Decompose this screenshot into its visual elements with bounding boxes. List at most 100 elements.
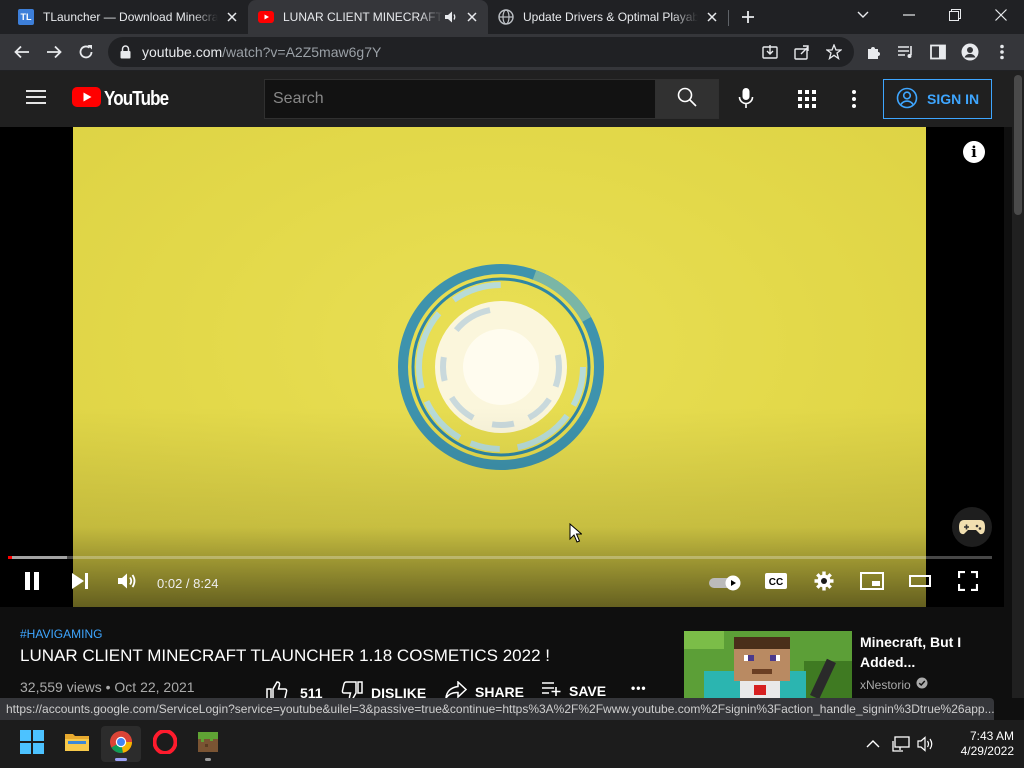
volume-icon (117, 572, 137, 595)
fullscreen-button[interactable] (950, 568, 986, 598)
bookmark-star-icon[interactable] (825, 43, 843, 65)
share-page-icon[interactable] (794, 44, 810, 65)
tab-update-drivers[interactable]: Update Drivers & Optimal Playability (488, 0, 728, 34)
volume-tray-icon[interactable] (915, 733, 937, 755)
voice-search-button[interactable] (738, 87, 754, 114)
opera-taskbar-button[interactable] (145, 726, 185, 762)
apps-grid-icon[interactable] (798, 90, 816, 113)
network-icon[interactable] (890, 733, 912, 755)
chrome-menu-icon[interactable] (990, 40, 1014, 64)
address-bar[interactable]: youtube.com/watch?v=A2Z5maw6g7Y (108, 37, 854, 67)
save-label: SAVE (569, 682, 607, 699)
minecraft-taskbar-button[interactable] (188, 726, 228, 762)
settings-button[interactable] (806, 568, 842, 598)
taskbar-clock[interactable]: 7:43 AM 4/29/2022 (944, 729, 1014, 759)
video-views-date: 32,559 views • Oct 22, 2021 (20, 679, 195, 695)
search-input[interactable] (265, 80, 655, 118)
video-hashtag[interactable]: #HAVIGAMING (20, 627, 102, 641)
channel-name: xNestorio (860, 677, 911, 692)
video-details: #HAVIGAMING LUNAR CLIENT MINECRAFT TLAUN… (0, 607, 1012, 701)
pause-button[interactable] (14, 568, 50, 598)
close-window-button[interactable] (978, 0, 1024, 30)
hamburger-menu-icon[interactable] (26, 89, 46, 110)
scrollbar-thumb[interactable] (1014, 75, 1022, 215)
side-panel-icon[interactable] (926, 40, 950, 64)
video-title: LUNAR CLIENT MINECRAFT TLAUNCHER 1.18 CO… (20, 646, 550, 665)
restore-button[interactable] (932, 0, 978, 30)
tab-tlauncher[interactable]: TL TLauncher — Download Minecraft (8, 0, 248, 34)
tab-title: TLauncher — Download Minecraft (43, 10, 218, 24)
reload-button[interactable] (74, 40, 98, 64)
youtube-logo-icon (72, 87, 101, 112)
start-button[interactable] (12, 726, 52, 762)
closed-captions-icon: CC (765, 572, 787, 594)
lock-icon[interactable] (120, 45, 131, 64)
tlauncher-favicon-icon: TL (18, 9, 34, 25)
opera-icon (152, 728, 178, 759)
profile-avatar-icon[interactable] (958, 40, 982, 64)
account-circle-icon (896, 87, 918, 112)
speaker-icon[interactable] (444, 10, 458, 27)
miniplayer-button[interactable] (854, 568, 890, 598)
more-label: ••• (631, 681, 647, 695)
more-actions-button[interactable]: ••• (631, 681, 647, 695)
folder-icon (64, 731, 90, 758)
video-player[interactable]: i i 0:02 / 8:24 CC (0, 127, 1004, 607)
close-tab-icon[interactable] (224, 9, 240, 25)
theater-mode-button[interactable] (902, 568, 938, 598)
tab-youtube-video[interactable]: LUNAR CLIENT MINECRAFT TLAUNCHER (248, 0, 488, 34)
close-tab-icon[interactable] (704, 9, 720, 25)
search-box (264, 79, 656, 119)
minecraft-steve-thumbnail (684, 631, 852, 701)
recommended-video-title[interactable]: Minecraft, But I Added... (860, 632, 990, 672)
page-scrollbar[interactable] (1012, 71, 1024, 698)
new-tab-button[interactable] (736, 5, 760, 29)
forward-button[interactable] (42, 40, 66, 64)
youtube-logo-text: YouTube (104, 88, 169, 110)
browser-toolbar: youtube.com/watch?v=A2Z5maw6g7Y (0, 34, 1024, 71)
recommended-channel[interactable]: xNestorio (860, 677, 928, 692)
chrome-icon (109, 730, 133, 759)
media-control-icon[interactable] (894, 40, 918, 64)
extensions-puzzle-icon[interactable] (862, 40, 886, 64)
minimize-button[interactable] (886, 0, 932, 30)
loading-ring-graphic (398, 264, 604, 470)
progress-bar[interactable] (8, 556, 992, 559)
subtitles-button[interactable]: CC (758, 568, 794, 598)
pause-icon (24, 571, 40, 596)
tab-title: Update Drivers & Optimal Playability (523, 10, 698, 24)
youtube-logo[interactable]: YouTube (72, 87, 180, 112)
settings-more-icon[interactable] (852, 90, 856, 113)
tab-separator (728, 10, 729, 26)
video-frame[interactable]: i (73, 127, 984, 607)
mute-button[interactable] (109, 568, 145, 598)
svg-text:CC: CC (769, 577, 783, 588)
show-hidden-icons-button[interactable] (862, 733, 884, 755)
sign-in-button[interactable]: SIGN IN (883, 79, 992, 119)
gamepad-icon[interactable] (952, 507, 992, 547)
clock-date: 4/29/2022 (960, 744, 1014, 758)
tab-search-button[interactable] (840, 0, 886, 30)
file-explorer-button[interactable] (57, 726, 97, 762)
chrome-taskbar-button[interactable] (101, 726, 141, 762)
next-video-button[interactable] (62, 568, 98, 598)
install-app-icon[interactable] (762, 44, 778, 65)
microphone-icon (738, 88, 754, 113)
time-display: 0:02 / 8:24 (157, 576, 219, 591)
close-tab-icon[interactable] (464, 9, 480, 25)
url-path: /watch?v=A2Z5maw6g7Y (222, 44, 382, 60)
autoplay-toggle[interactable] (706, 568, 744, 598)
gear-icon (814, 571, 834, 596)
info-card-button[interactable]: i (963, 141, 985, 163)
globe-icon (498, 9, 514, 25)
url-text: youtube.com/watch?v=A2Z5maw6g7Y (142, 44, 381, 60)
tab-title: LUNAR CLIENT MINECRAFT TLAUNCHER (283, 10, 443, 24)
url-host: youtube.com (142, 44, 223, 60)
back-button[interactable] (10, 40, 34, 64)
mouse-cursor-icon (569, 522, 583, 548)
windows-logo-icon (20, 729, 44, 759)
clock-time: 7:43 AM (969, 729, 1014, 743)
recommended-video-thumbnail[interactable] (684, 631, 852, 701)
sign-in-label: SIGN IN (927, 91, 980, 107)
search-button[interactable] (656, 79, 719, 119)
